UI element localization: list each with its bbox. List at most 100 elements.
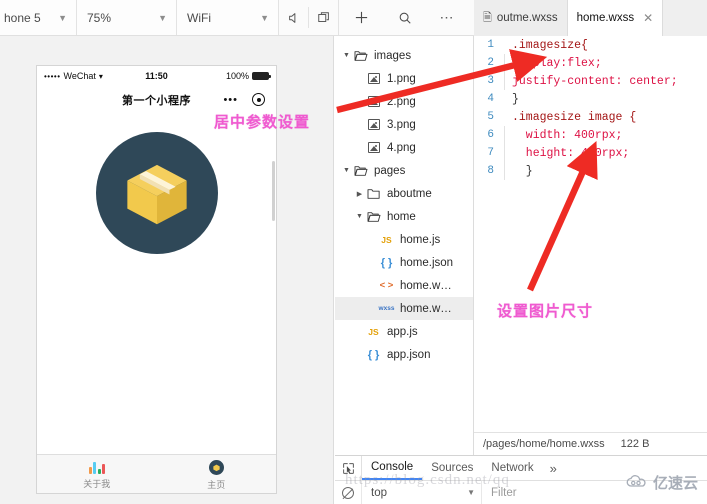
wxss-file-icon: wxss — [378, 305, 395, 312]
editor-status-bar: /pages/home/home.wxss 122 B — [474, 432, 707, 455]
tree-item-home-w-[interactable]: < > home.w… — [335, 274, 473, 297]
chevron-down-icon[interactable]: ▼ — [341, 167, 352, 174]
code-text: height: 400rpx; — [512, 146, 630, 160]
chevron-down-icon[interactable]: ▼ — [354, 213, 365, 220]
js-file-icon-badge: JS — [381, 234, 392, 245]
wxml-file-icon: < > — [378, 280, 395, 291]
file-path-label: /pages/home/home.wxss — [483, 438, 605, 450]
chevron-right-icon[interactable]: ▶ — [354, 190, 365, 198]
file-size-label: 122 B — [620, 438, 650, 450]
folder-closed-icon — [365, 188, 382, 200]
code-line[interactable]: 8 } — [474, 162, 707, 180]
close-icon[interactable]: ✕ — [643, 11, 653, 25]
tree-item-1-png[interactable]: 1.png — [335, 67, 473, 90]
line-number: 4 — [487, 93, 494, 105]
code-text: } — [512, 164, 533, 178]
tree-item-label: images — [374, 49, 412, 62]
editor-tab-home-wxss[interactable]: home.wxss ✕ — [567, 0, 664, 36]
network-select[interactable]: WiFi ▼ — [177, 0, 279, 35]
wxml-file-icon-badge: < > — [379, 280, 394, 291]
speaker-mute-icon[interactable] — [279, 0, 308, 35]
code-line[interactable]: 4} — [474, 90, 707, 108]
tree-item-label: home.js — [400, 233, 441, 246]
search-icon[interactable] — [383, 0, 427, 35]
tree-item-home[interactable]: ▼ home — [335, 205, 473, 228]
battery-icon — [252, 72, 271, 80]
tree-item-pages[interactable]: ▼ pages — [335, 159, 473, 182]
wxss-file-icon-badge: wxss — [378, 305, 395, 312]
devtools-panel: Console Sources Network » top ▼ Filter — [335, 455, 707, 504]
code-text: display:flex; — [512, 56, 602, 70]
code-line[interactable]: 5 .imagesize image { — [474, 108, 707, 126]
json-file-icon: { } — [378, 257, 395, 269]
indent-guide — [504, 72, 505, 90]
clear-console-icon[interactable] — [335, 481, 362, 504]
simulator-scrollbar[interactable] — [272, 161, 275, 221]
tree-item-label: 1.png — [387, 72, 416, 85]
tree-item-home-js[interactable]: JS home.js — [335, 228, 473, 251]
console-filter-input[interactable]: Filter — [482, 481, 707, 504]
inspect-element-icon[interactable] — [335, 456, 362, 480]
line-number: 6 — [487, 129, 494, 141]
chevron-down-icon: ▼ — [260, 12, 269, 23]
phone-page-body — [37, 113, 276, 454]
more-horizontal-icon[interactable]: ⋯ — [427, 0, 467, 35]
devtools-more-tabs-icon[interactable]: » — [543, 456, 564, 480]
zoom-select[interactable]: 75% ▼ — [77, 0, 177, 35]
tabbar-item-home[interactable]: 主页 — [157, 455, 277, 493]
json-file-icon-badge: { } — [367, 348, 380, 361]
console-filter-placeholder: Filter — [491, 486, 517, 499]
file-tree-pane: ▼ images 1.png 2.png 3.png 4.png ▼ pages ▶ aboutm… — [335, 36, 474, 504]
editor-tab-bar: 🗎 outme.wxss home.wxss ✕ — [474, 0, 707, 36]
editor-tab-outme-wxss[interactable]: 🗎 outme.wxss — [474, 0, 568, 36]
device-select[interactable]: hone 5 ▼ — [0, 0, 77, 35]
tree-item-label: pages — [374, 164, 406, 177]
tree-item-4-png[interactable]: 4.png — [335, 136, 473, 159]
tree-item-label: aboutme — [387, 187, 432, 200]
tabbar-item-label: 关于我 — [83, 478, 111, 489]
devtools-tab-console[interactable]: Console — [362, 456, 423, 480]
target-circle-icon[interactable] — [252, 93, 265, 106]
tree-item-app-json[interactable]: { } app.json — [335, 343, 473, 366]
code-line[interactable]: 6 width: 400rpx; — [474, 126, 707, 144]
indent-guide — [504, 54, 505, 72]
devtools-tab-network[interactable]: Network — [482, 456, 542, 480]
indent-guide — [504, 144, 505, 162]
tree-item-images[interactable]: ▼ images — [335, 44, 473, 67]
carrier-label: WeChat — [63, 71, 96, 81]
image-file-icon — [365, 119, 382, 130]
code-line[interactable]: 3 justify-content: center; — [474, 72, 707, 90]
windows-icon[interactable] — [309, 0, 338, 35]
tree-item-aboutme[interactable]: ▶ aboutme — [335, 182, 473, 205]
line-number: 3 — [487, 75, 494, 87]
editor-tab-label: home.wxss — [576, 12, 635, 24]
tree-item-label: app.js — [387, 325, 418, 338]
code-line[interactable]: 2 display:flex; — [474, 54, 707, 72]
devtools-tab-label: Sources — [431, 462, 474, 474]
code-editor[interactable]: 1 .imagesize{2 display:flex; 3 justify-conte… — [474, 36, 707, 432]
tabbar-item-aboutme[interactable]: 关于我 — [37, 455, 157, 493]
tree-item-2-png[interactable]: 2.png — [335, 90, 473, 113]
image-file-icon — [365, 142, 382, 153]
bar-chart-icon — [88, 461, 105, 474]
js-file-icon: JS — [378, 235, 395, 245]
tree-item-label: home.w… — [400, 302, 452, 315]
chevron-down-icon: ▼ — [158, 12, 167, 23]
devtools-tab-sources[interactable]: Sources — [422, 456, 482, 480]
tree-item-home-json[interactable]: { } home.json — [335, 251, 473, 274]
tree-item-app-js[interactable]: JS app.js — [335, 320, 473, 343]
chevron-down-icon[interactable]: ▼ — [341, 52, 352, 59]
document-icon: 🗎 — [483, 11, 492, 24]
more-dots-icon[interactable]: ••• — [223, 94, 238, 105]
tree-item-label: home — [387, 210, 416, 223]
capsule-buttons[interactable]: ••• — [223, 93, 265, 106]
code-text: } — [512, 92, 519, 106]
tree-item-3-png[interactable]: 3.png — [335, 113, 473, 136]
network-select-label: WiFi — [187, 10, 211, 25]
code-line[interactable]: 7 height: 400rpx; — [474, 144, 707, 162]
console-context-select[interactable]: top ▼ — [362, 481, 482, 504]
plus-icon[interactable] — [339, 0, 383, 35]
top-toolbar: hone 5 ▼ 75% ▼ WiFi ▼ ⋯ 🗎 outme.wxss hom… — [0, 0, 707, 36]
code-line[interactable]: 1 .imagesize{ — [474, 36, 707, 54]
tree-item-home-w-[interactable]: wxss home.w… — [335, 297, 473, 320]
